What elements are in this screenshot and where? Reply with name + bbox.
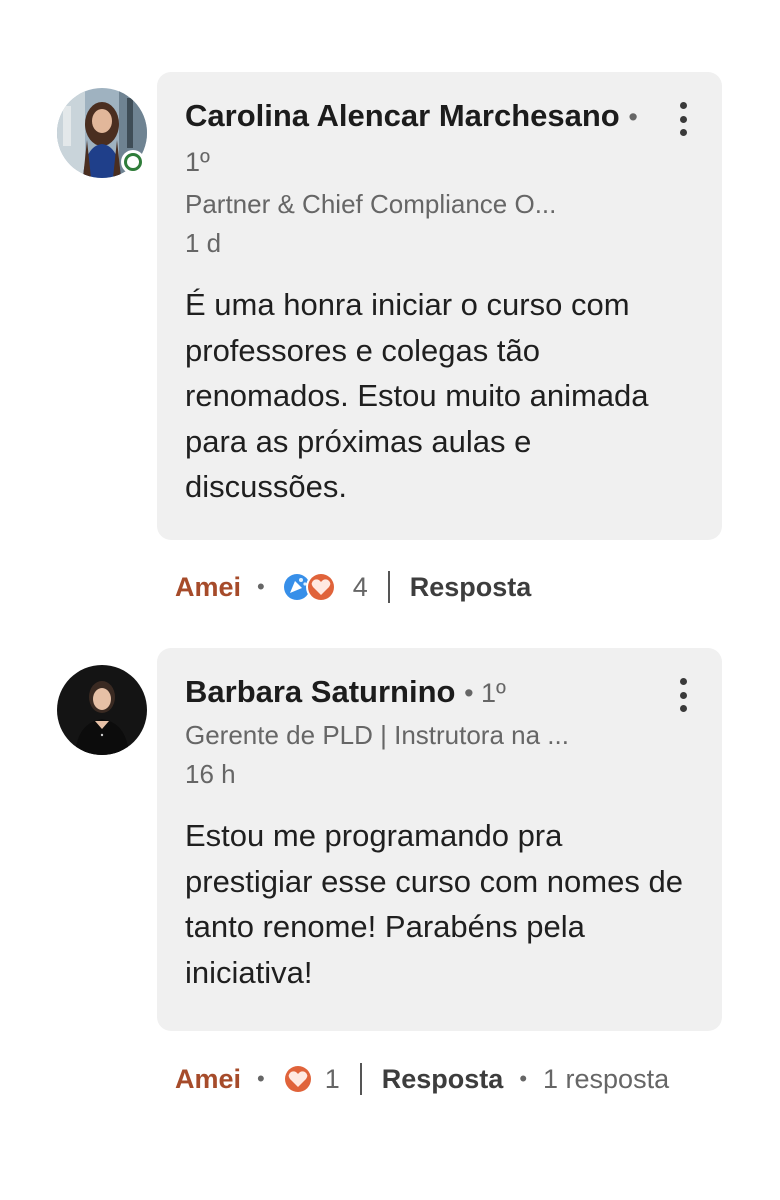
comment-text: Estou me programando pra prestigiar esse… — [185, 818, 683, 990]
comment-timestamp: 16 h — [185, 759, 236, 789]
connection-degree: • 1º — [464, 678, 506, 708]
reaction-summary[interactable]: 4 — [281, 569, 368, 605]
author-name[interactable]: Carolina Alencar Marchesano • 1º — [185, 94, 655, 184]
separator-dot: • — [257, 1066, 265, 1091]
avatar[interactable] — [57, 88, 147, 178]
comment-actions: Amei • 1 Resposta • 1 resposta — [175, 1059, 669, 1099]
author-headline: Gerente de PLD | Instrutora na ... — [185, 720, 569, 750]
comment-bubble: Barbara Saturnino • 1º Gerente de PLD | … — [157, 648, 722, 1031]
author-name-text[interactable]: Barbara Saturnino — [185, 674, 455, 709]
comment-bubble: Carolina Alencar Marchesano • 1º Partner… — [157, 72, 722, 540]
separator-dot: • — [257, 574, 265, 599]
avatar-photo — [57, 665, 147, 755]
divider — [387, 571, 390, 603]
online-status-icon — [121, 150, 145, 174]
reaction-summary[interactable]: 1 — [281, 1061, 340, 1097]
more-options-icon[interactable] — [676, 678, 690, 712]
reaction-icons — [281, 572, 336, 602]
love-icon — [282, 1064, 313, 1094]
reply-button[interactable]: Resposta — [410, 572, 532, 603]
separator-dot: • — [519, 1066, 528, 1091]
comment-actions: Amei • 4 Resposta — [175, 567, 531, 607]
comment-text: É uma honra iniciar o curso com professo… — [185, 287, 649, 504]
comment-timestamp: 1 d — [185, 228, 222, 258]
view-replies-link[interactable]: 1 resposta — [543, 1064, 669, 1095]
reaction-button[interactable]: Amei — [175, 1064, 241, 1095]
reply-button[interactable]: Resposta — [382, 1064, 504, 1095]
reaction-count: 4 — [352, 571, 368, 602]
author-headline: Partner & Chief Compliance O... — [185, 189, 557, 219]
author-name-text[interactable]: Carolina Alencar Marchesano — [185, 98, 620, 133]
divider — [359, 1063, 362, 1095]
avatar[interactable] — [57, 665, 147, 755]
reaction-icons — [282, 1064, 313, 1094]
author-name[interactable]: Barbara Saturnino • 1º — [185, 670, 655, 715]
love-icon — [305, 572, 336, 602]
more-options-icon[interactable] — [676, 102, 690, 136]
reaction-count: 1 — [324, 1063, 340, 1094]
reaction-button[interactable]: Amei — [175, 572, 241, 603]
